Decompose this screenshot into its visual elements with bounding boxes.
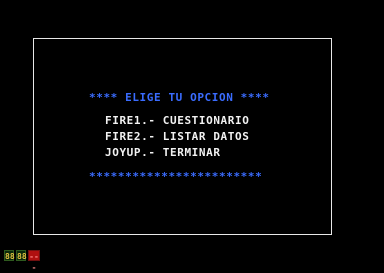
status-indicator-1: 88 [4,250,15,261]
menu-option-terminar[interactable]: JOYUP.- TERMINAR [105,147,221,159]
menu-option-listar-datos[interactable]: FIRE2.- LISTAR DATOS [105,131,249,143]
status-indicator-2: 88 [16,250,27,261]
menu-footer-stars: ************************ [89,170,263,183]
status-indicator-3: --- [28,250,40,272]
menu-option-cuestionario[interactable]: FIRE1.- CUESTIONARIO [105,115,249,127]
menu-title: **** ELIGE TU OPCION **** [89,91,270,104]
